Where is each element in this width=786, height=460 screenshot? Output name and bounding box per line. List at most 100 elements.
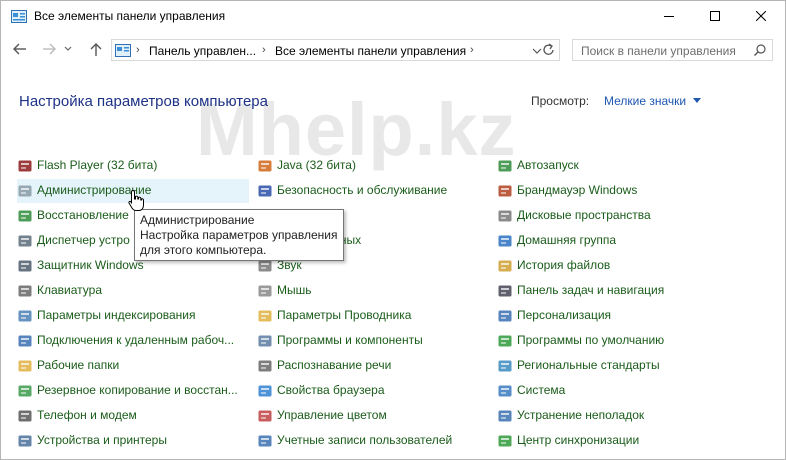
tooltip-title: Администрирование [140,213,255,227]
control-panel-item[interactable]: Параметры Проводника [257,304,489,328]
view-mode-caret-icon[interactable] [693,98,701,103]
control-panel-item[interactable]: Программы и компоненты [257,329,489,353]
control-panel-item-label: Учетные записи пользователей [277,433,453,447]
control-panel-item-label: Диспетчер устро [37,233,130,247]
control-panel-item-label: Система [517,383,566,397]
control-panel-item[interactable]: Брандмауэр Windows [497,179,729,203]
admin-tools-icon [18,185,32,197]
control-panel-item[interactable]: Панель задач и навигация [497,279,729,303]
breadcrumb-separator-icon[interactable]: › [262,44,266,56]
minimize-button[interactable] [646,1,692,32]
work-folders-icon [18,360,32,372]
control-panel-item[interactable]: Домашняя группа [497,229,729,253]
search-icon[interactable] [754,44,766,56]
control-panel-item-label: Устройства и принтеры [37,433,167,447]
control-panel-item-label: Защитник Windows [37,258,144,272]
java-icon [258,160,272,172]
tooltip-description-line1: Настройка параметров управления [140,228,338,242]
control-panel-item-label: Телефон и модем [37,408,137,422]
control-panel-item[interactable]: Рабочие папки [17,354,249,378]
breadcrumb-separator-icon[interactable]: › [136,44,140,56]
tooltip-description-line2: для этого компьютера. [140,243,267,257]
hand-cursor-icon [128,189,144,211]
troubleshoot-icon [498,410,512,422]
forward-arrow-icon[interactable] [40,41,58,57]
control-panel-item[interactable]: Резервное копирование и восстан... [17,379,249,403]
control-panel-item-label: Java (32 бита) [277,158,356,172]
control-panel-item[interactable]: Распознавание речи [257,354,489,378]
control-panel-item[interactable]: Автозапуск [497,154,729,178]
remote-desktop-icon [18,335,32,347]
microphone-icon [258,360,272,372]
control-panel-item-label: Центр синхронизации [517,433,640,447]
breadcrumb-all-items[interactable]: Все элементы панели управления [275,44,466,58]
firewall-icon [498,185,512,197]
control-panel-item[interactable]: Учетные записи пользователей [257,429,489,453]
control-panel-item[interactable]: Свойства браузера [257,379,489,403]
folder-options-icon [258,310,272,322]
control-panel-item[interactable]: Мышь [257,279,489,303]
control-panel-item[interactable]: Система [497,379,729,403]
control-panel-item[interactable]: Персонализация [497,304,729,328]
device-manager-icon [18,235,32,247]
control-panel-icon [115,44,131,57]
control-panel-item[interactable]: Java (32 бита) [257,154,489,178]
control-panel-item-label: Восстановление [37,208,129,222]
minimize-icon [664,16,674,17]
indexing-icon [18,310,32,322]
breadcrumb-control-panel[interactable]: Панель управлен... [149,44,256,58]
control-panel-item[interactable]: Центр синхронизации [497,429,729,453]
control-panel-item-label: Безопасность и обслуживание [277,183,448,197]
printer-icon [18,435,32,447]
page-title: Настройка параметров компьютера [19,93,268,110]
up-arrow-icon[interactable] [87,41,105,57]
control-panel-item-label: Резервное копирование и восстан... [37,383,238,397]
control-panel-item[interactable]: Параметры индексирования [17,304,249,328]
control-panel-item-label: Региональные стандарты [517,358,660,372]
control-panel-icon [11,10,27,23]
phone-icon [18,410,32,422]
control-panel-item[interactable]: Управление цветом [257,404,489,428]
control-panel-item[interactable]: Безопасность и обслуживание [257,179,489,203]
control-panel-item[interactable]: Flash Player (32 бита) [17,154,249,178]
control-panel-item-label: Брандмауэр Windows [517,183,638,197]
control-panel-item-label: Управление цветом [277,408,387,422]
control-panel-item-label: Параметры индексирования [37,308,196,322]
control-panel-item-label: Устранение неполадок [517,408,645,422]
control-panel-item-label: История файлов [517,258,611,272]
close-button[interactable] [738,1,784,32]
control-panel-item[interactable]: История файлов [497,254,729,278]
mouse-icon [258,285,272,297]
back-arrow-icon[interactable] [11,41,29,57]
refresh-icon[interactable] [540,39,558,61]
title-bar: Все элементы панели управления [1,1,785,32]
control-panel-item-label: Программы по умолчанию [517,333,665,347]
maximize-button[interactable] [692,1,738,32]
recovery-icon [18,210,32,222]
control-panel-item[interactable]: Клавиатура [17,279,249,303]
defender-icon [18,260,32,272]
browser-icon [258,385,272,397]
search-input[interactable]: Поиск в панели управления [572,39,773,61]
address-bar[interactable]: › Панель управлен... › Все элементы пане… [111,39,560,61]
control-panel-item-label: Распознавание речи [277,358,392,372]
control-panel-item-label: Мышь [277,283,312,297]
control-panel-item-label: Дисковые пространства [517,208,651,222]
flash-icon [18,160,32,172]
control-panel-item[interactable]: Программы по умолчанию [497,329,729,353]
control-panel-item[interactable]: Устройства и принтеры [17,429,249,453]
view-mode-dropdown[interactable]: Мелкие значки [604,94,686,108]
recent-locations-chevron-icon[interactable] [63,41,73,57]
sync-center-icon [498,435,512,447]
region-icon [498,360,512,372]
color-icon [258,410,272,422]
control-panel-item[interactable]: Телефон и модем [17,404,249,428]
control-panel-item[interactable]: Подключения к удаленным рабоч... [17,329,249,353]
search-placeholder: Поиск в панели управления [581,44,736,58]
control-panel-item[interactable]: Дисковые пространства [497,204,729,228]
control-panel-item[interactable]: Устранение неполадок [497,404,729,428]
control-panel-item[interactable]: Региональные стандарты [497,354,729,378]
storage-icon [498,210,512,222]
breadcrumb-separator-icon[interactable]: › [470,44,474,56]
control-panel-item-label: Автозапуск [517,158,579,172]
